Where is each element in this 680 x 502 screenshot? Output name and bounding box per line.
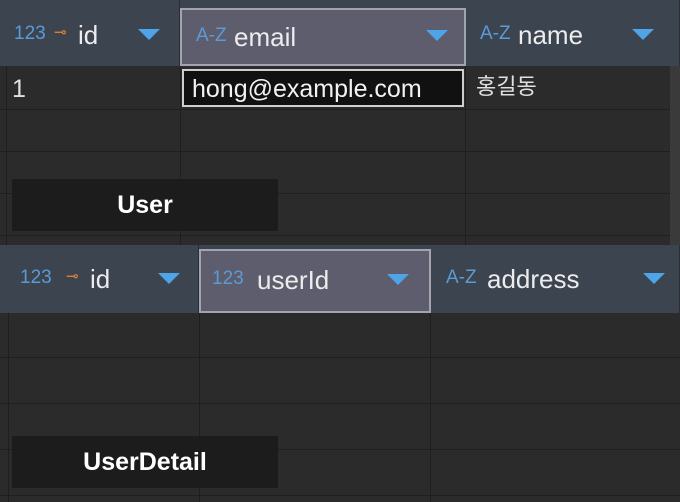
cell-id[interactable]: 1 bbox=[12, 75, 26, 104]
sort-dropdown-icon[interactable] bbox=[387, 274, 409, 285]
sort-dropdown-icon[interactable] bbox=[426, 30, 448, 41]
sort-dropdown-icon[interactable] bbox=[643, 273, 665, 284]
sort-dropdown-icon[interactable] bbox=[138, 29, 160, 40]
column-name: userId bbox=[257, 265, 330, 295]
sort-dropdown-icon[interactable] bbox=[632, 29, 654, 40]
column-name: name bbox=[518, 20, 584, 50]
number-type-icon: 123 bbox=[14, 23, 46, 44]
column-header-id[interactable]: 123 ⊸ id bbox=[0, 245, 199, 313]
text-type-icon: A-Z bbox=[480, 23, 511, 44]
column-name: address bbox=[487, 264, 580, 294]
text-type-icon: A-Z bbox=[196, 25, 227, 46]
cell-name[interactable]: 홍길동 bbox=[476, 69, 537, 101]
user-table-header: 123 ⊸ id A-Z email A-Z name bbox=[0, 0, 680, 66]
table-row[interactable] bbox=[0, 358, 680, 404]
table-row[interactable]: 1 hong@example.com 홍길동 bbox=[0, 66, 680, 110]
table-row[interactable] bbox=[0, 110, 680, 152]
sort-dropdown-icon[interactable] bbox=[158, 273, 180, 284]
primary-key-icon: ⊸ bbox=[66, 268, 79, 285]
column-name: id bbox=[78, 20, 99, 50]
column-name: id bbox=[90, 264, 111, 294]
column-header-name[interactable]: A-Z name bbox=[466, 0, 680, 66]
column-header-address[interactable]: A-Z address bbox=[431, 245, 680, 313]
user-table-grid: 123 ⊸ id A-Z email A-Z name 1 hong@examp… bbox=[0, 0, 680, 245]
table-label-userdetail: UserDetail bbox=[12, 436, 278, 488]
table-row[interactable] bbox=[0, 313, 680, 358]
column-name: email bbox=[234, 22, 297, 52]
number-type-icon: 123 bbox=[20, 267, 52, 288]
number-type-icon: 123 bbox=[212, 268, 244, 289]
column-header-id[interactable]: 123 ⊸ id bbox=[0, 0, 180, 66]
column-header-userid[interactable]: 123 userId bbox=[199, 249, 431, 313]
cell-email-selected[interactable]: hong@example.com bbox=[182, 69, 464, 107]
primary-key-icon: ⊸ bbox=[54, 24, 67, 41]
cell-email: hong@example.com bbox=[192, 75, 422, 103]
column-header-email[interactable]: A-Z email bbox=[180, 8, 466, 66]
userdetail-table-header: 123 ⊸ id 123 userId A-Z address bbox=[0, 245, 680, 313]
table-label-user: User bbox=[12, 179, 278, 231]
userdetail-table-grid: 123 ⊸ id 123 userId A-Z address UserDeta… bbox=[0, 245, 680, 502]
text-type-icon: A-Z bbox=[446, 267, 477, 288]
scrollbar-strip[interactable] bbox=[670, 66, 680, 245]
